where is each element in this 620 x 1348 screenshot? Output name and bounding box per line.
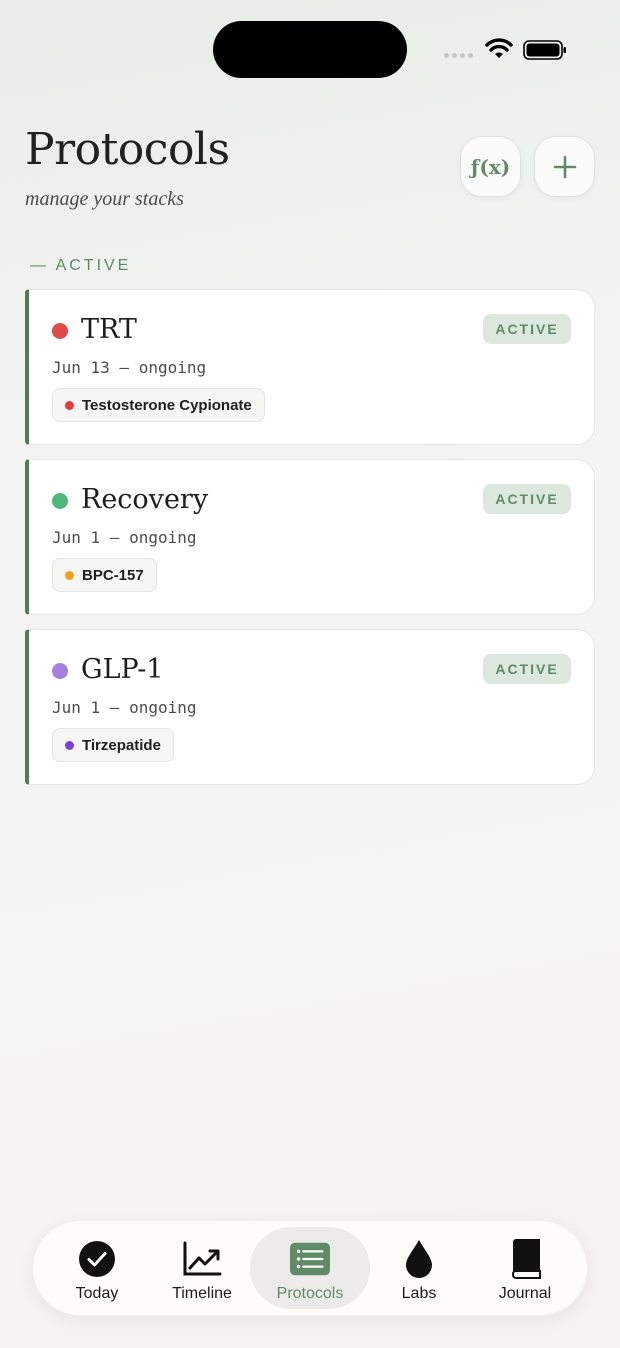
drop-icon (399, 1239, 439, 1279)
compound-color-dot (65, 400, 74, 410)
status-badge: ACTIVE (483, 314, 571, 344)
plus-icon (553, 155, 576, 178)
tab-label: Journal (498, 1285, 552, 1302)
page-subtitle: manage your stacks (25, 188, 184, 210)
protocol-card-glp1[interactable]: GLP-1 Jun 1 — ongoing ACTIVE Tirzepatide (25, 629, 595, 785)
compound-chip[interactable]: BPC-157 (52, 558, 157, 592)
protocol-name: Recovery (81, 484, 209, 515)
tab-labs[interactable]: Labs (359, 1227, 479, 1309)
compound-name: Testosterone Cypionate (82, 396, 252, 414)
status-bar (0, 0, 620, 100)
compound-color-dot (65, 570, 74, 580)
book-icon (505, 1239, 545, 1279)
add-protocol-button[interactable] (534, 136, 595, 197)
protocol-card-recovery[interactable]: Recovery Jun 1 — ongoing ACTIVE BPC-157 (25, 459, 595, 615)
trend-chart-icon (182, 1239, 222, 1279)
battery-icon (523, 40, 566, 60)
status-badge: ACTIVE (483, 484, 571, 514)
compound-color-dot (65, 740, 74, 750)
protocol-dates: Jun 1 — ongoing (52, 698, 197, 717)
tab-label: Timeline (172, 1285, 232, 1302)
tab-timeline[interactable]: Timeline (142, 1227, 262, 1309)
status-badge: ACTIVE (483, 654, 571, 684)
tab-label: Labs (401, 1285, 437, 1302)
protocol-dates: Jun 13 — ongoing (52, 358, 207, 377)
tab-protocols[interactable]: Protocols (250, 1227, 370, 1309)
tab-label: Protocols (276, 1285, 344, 1302)
protocol-name: GLP-1 (81, 654, 164, 685)
compound-name: BPC-157 (82, 566, 144, 584)
tab-label: Today (75, 1285, 119, 1302)
tab-today[interactable]: Today (37, 1227, 157, 1309)
cellular-signal-icon (444, 53, 473, 58)
formula-button[interactable]: ƒ(x) (460, 136, 521, 197)
protocol-name: TRT (81, 314, 137, 345)
tab-bar: Today Timeline Protocols Labs Journal (32, 1220, 588, 1316)
protocol-card-trt[interactable]: TRT Jun 13 — ongoing ACTIVE Testosterone… (25, 289, 595, 445)
protocol-color-dot (52, 323, 68, 339)
tab-journal[interactable]: Journal (465, 1227, 585, 1309)
compound-chip[interactable]: Tirzepatide (52, 728, 174, 762)
section-label-active: — ACTIVE (30, 257, 132, 274)
function-icon: ƒ(x) (470, 154, 511, 179)
protocol-dates: Jun 1 — ongoing (52, 528, 197, 547)
compound-name: Tirzepatide (82, 736, 161, 754)
protocol-color-dot (52, 493, 68, 509)
page-title: Protocols (25, 124, 230, 175)
compound-chip[interactable]: Testosterone Cypionate (52, 388, 265, 422)
dynamic-island (213, 21, 407, 78)
list-icon (290, 1239, 330, 1279)
protocol-color-dot (52, 663, 68, 679)
checkmark-circle-icon (77, 1239, 117, 1279)
wifi-icon (485, 38, 513, 58)
